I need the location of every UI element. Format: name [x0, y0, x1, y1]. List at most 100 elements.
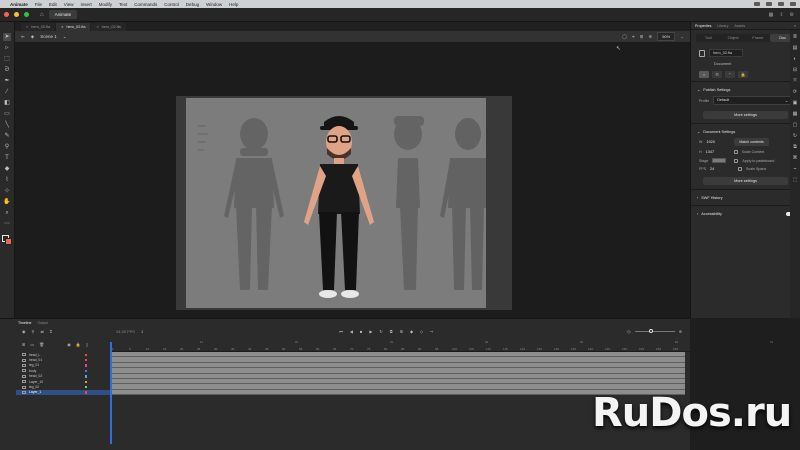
zoom-field[interactable]: 50% [657, 32, 676, 41]
playhead[interactable] [110, 342, 112, 444]
tween-icon[interactable]: ⤳ [430, 329, 433, 334]
doc-tab-active[interactable]: × hero_02.fla [56, 23, 91, 31]
layer-name[interactable]: head_L [29, 353, 40, 357]
new-folder-icon[interactable]: ▭ [30, 342, 34, 347]
menu-edit[interactable]: Edit [49, 2, 57, 7]
accessibility-header[interactable]: › Accessibility [691, 209, 800, 218]
snap-magnet-icon[interactable]: ∩ [699, 71, 709, 78]
graph-icon[interactable]: ⌗ [50, 329, 52, 334]
status-icon[interactable] [790, 2, 796, 6]
app-tab[interactable]: Animate [48, 10, 78, 19]
pen-tool-icon[interactable]: ✒ [3, 77, 11, 85]
status-icon[interactable] [778, 2, 784, 6]
outline-all-icon[interactable]: ▯ [86, 342, 88, 347]
edit-symbols-icon[interactable]: ◯ [622, 34, 627, 40]
properties-icon[interactable]: ≣ [793, 34, 797, 40]
layer-name[interactable]: Layer_1 [29, 390, 41, 394]
panel-menu-icon[interactable]: ≡ [794, 24, 800, 28]
loop-icon[interactable]: ↻ [379, 329, 382, 334]
code-snippets-icon[interactable]: ⌘ [793, 155, 798, 161]
insert-blank-keyframe-icon[interactable]: ◇ [420, 329, 423, 334]
character-turnaround-sheet[interactable] [186, 98, 486, 308]
timeline-zoom-slider[interactable] [634, 328, 675, 333]
close-window-icon[interactable] [4, 12, 9, 17]
layer-color-swatch[interactable] [85, 364, 87, 367]
eyedropper-tool-icon[interactable]: ⌇ [3, 176, 11, 184]
align-icon[interactable]: ⊟ [793, 67, 797, 73]
color-icon[interactable]: ◐ [793, 56, 796, 62]
subtab-frame[interactable]: Frame [746, 34, 771, 42]
doc-tab[interactable]: × hero_02.fla [21, 23, 56, 31]
chevron-down-icon[interactable]: ⌄ [63, 34, 67, 40]
layer-color-swatch[interactable] [85, 353, 87, 356]
tab-output[interactable]: Output [37, 321, 48, 325]
subtab-object[interactable]: Object [721, 34, 746, 42]
snap-icon[interactable]: ⌖ [632, 34, 635, 39]
hand-tool-icon[interactable]: ✋ [3, 198, 11, 206]
eraser-tool-icon[interactable]: ◧ [3, 99, 11, 107]
scene-name[interactable]: Scene 1 [40, 34, 57, 39]
zoom-tool-icon[interactable]: ⌕ [3, 209, 11, 217]
frame-number[interactable]: 1 [141, 329, 143, 334]
lasso-tool-icon[interactable]: ᘐ [3, 66, 11, 74]
history-icon[interactable]: ↻ [793, 133, 797, 139]
layer-row[interactable]: Layer_1 [16, 389, 110, 396]
snap-align-icon[interactable]: ⊓ [712, 71, 722, 78]
match-contents-button[interactable]: Match contents [734, 138, 769, 146]
swf-history-header[interactable]: › SWF History [691, 193, 800, 202]
profile-select[interactable]: Default ⌄ [713, 96, 792, 105]
rectangle-tool-icon[interactable]: ▭ [3, 110, 11, 118]
tab-assets[interactable]: Assets [734, 24, 745, 28]
lock-icon[interactable]: 🔒 [738, 71, 748, 78]
first-frame-icon[interactable]: ⏮ [339, 329, 343, 334]
insert-keyframe-icon[interactable]: ◆ [410, 329, 413, 334]
frame-picker-icon[interactable]: ▣ [793, 100, 798, 106]
share-icon[interactable]: ⇪ [779, 12, 783, 18]
graph-icon[interactable]: ⌁ [793, 166, 796, 172]
menu-file[interactable]: File [35, 2, 42, 7]
chevron-down-icon[interactable]: ⌄ [680, 34, 684, 40]
delete-layer-icon[interactable]: 🗑 [39, 342, 44, 347]
menu-text[interactable]: Text [119, 2, 127, 7]
motion-presets-icon[interactable]: ⟳ [793, 89, 797, 95]
line-tool-icon[interactable]: ╲ [3, 121, 11, 129]
layer-color-swatch[interactable] [85, 391, 87, 394]
menu-view[interactable]: View [64, 2, 74, 7]
fps-field[interactable]: 24 [710, 167, 726, 171]
tab-properties[interactable]: Properties [695, 24, 711, 28]
free-transform-tool-icon[interactable]: ⬚ [3, 55, 11, 63]
layer-color-swatch[interactable] [85, 385, 87, 389]
stage-color-swatch[interactable] [712, 158, 727, 163]
transform-icon[interactable]: ⤧ [793, 78, 797, 84]
minimize-window-icon[interactable] [14, 12, 19, 17]
color-swatches[interactable] [2, 235, 12, 245]
layer-name[interactable]: head_02 [29, 374, 42, 378]
play-icon[interactable]: ▶ [369, 329, 372, 334]
output-icon[interactable]: ▢ [793, 122, 798, 128]
menu-window[interactable]: Window [206, 2, 222, 7]
camera-icon[interactable]: ◉ [22, 329, 26, 334]
clip-icon[interactable]: ⊞ [640, 34, 644, 40]
layer-name[interactable]: head_01 [29, 358, 42, 362]
menu-debug[interactable]: Debug [186, 2, 199, 7]
subselection-tool-icon[interactable]: ▹ [3, 44, 11, 52]
slider-handle[interactable] [648, 328, 653, 333]
layer-color-swatch[interactable] [85, 380, 87, 383]
workspace-icon[interactable]: ▦ [769, 12, 774, 18]
step-back-icon[interactable]: ◀ [350, 329, 353, 334]
settings-icon[interactable]: ⚙ [790, 12, 794, 18]
scale-content-checkbox[interactable] [733, 150, 738, 154]
bone-tool-icon[interactable]: ⚲ [3, 143, 11, 151]
tab-library[interactable]: Library [717, 24, 728, 28]
layer-color-swatch[interactable] [85, 375, 87, 378]
components-icon[interactable]: ⧉ [793, 144, 797, 150]
layer-name[interactable]: body [29, 369, 36, 373]
menu-help[interactable]: Help [229, 2, 238, 7]
layer-color-swatch[interactable] [85, 358, 87, 362]
text-tool-icon[interactable]: T [3, 154, 11, 162]
status-icon[interactable] [766, 2, 772, 6]
pencil-tool-icon[interactable]: ✎ [3, 132, 11, 140]
tab-timeline[interactable]: Timeline [18, 321, 31, 325]
frame-ruler[interactable]: 1 5 10 15 20 25 30 35 40 45 50 55 60 65 70 75 80 85 90 95 10… [110, 340, 773, 352]
subtab-tool[interactable]: Tool [696, 34, 721, 42]
